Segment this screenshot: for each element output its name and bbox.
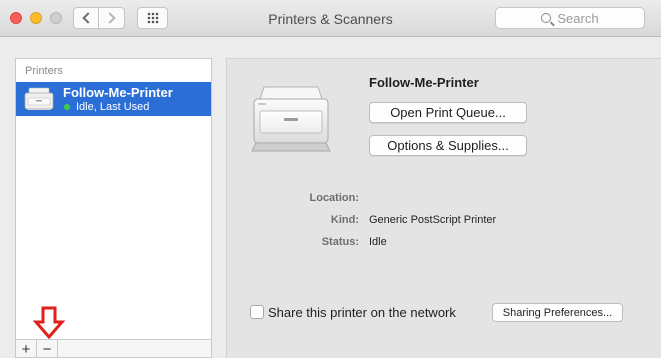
printer-icon (24, 87, 54, 110)
status-value: Idle (369, 236, 387, 248)
printer-list-item[interactable]: Follow-Me-Printer Idle, Last Used (16, 82, 211, 116)
remove-printer-button[interactable]: − (37, 340, 58, 358)
printer-status: Idle, Last Used (64, 101, 149, 113)
share-printer-checkbox[interactable] (250, 305, 264, 319)
printer-status-text: Idle, Last Used (76, 101, 150, 113)
location-label: Location: (309, 192, 360, 204)
printer-name: Follow-Me-Printer (63, 85, 173, 100)
status-label: Status: (321, 236, 359, 248)
detail-printer-name: Follow-Me-Printer (369, 75, 479, 90)
sharing-preferences-button[interactable]: Sharing Preferences... (492, 303, 623, 322)
kind-value: Generic PostScript Printer (369, 214, 497, 226)
printer-icon (251, 86, 331, 152)
search-placeholder: Search (557, 10, 599, 26)
printer-list-header: Printers (25, 65, 63, 77)
kind-label: Kind: (330, 214, 359, 226)
add-printer-button[interactable]: + (16, 340, 37, 358)
status-dot-icon (64, 104, 70, 110)
share-printer-label[interactable]: Share this printer on the network (268, 305, 456, 320)
search-icon (541, 13, 552, 23)
title-bar: Printers & Scanners Search (0, 0, 661, 37)
down-arrow-icon (33, 306, 65, 340)
options-supplies-button[interactable]: Options & Supplies... (369, 135, 527, 156)
open-print-queue-button[interactable]: Open Print Queue... (369, 102, 527, 123)
printer-list[interactable]: Printers Follow-Me-Printer Idle, Last Us… (15, 58, 212, 340)
search-field[interactable]: Search (495, 7, 645, 29)
list-footer: + − (15, 340, 212, 358)
printer-detail-panel: Follow-Me-Printer Open Print Queue... Op… (226, 58, 661, 358)
